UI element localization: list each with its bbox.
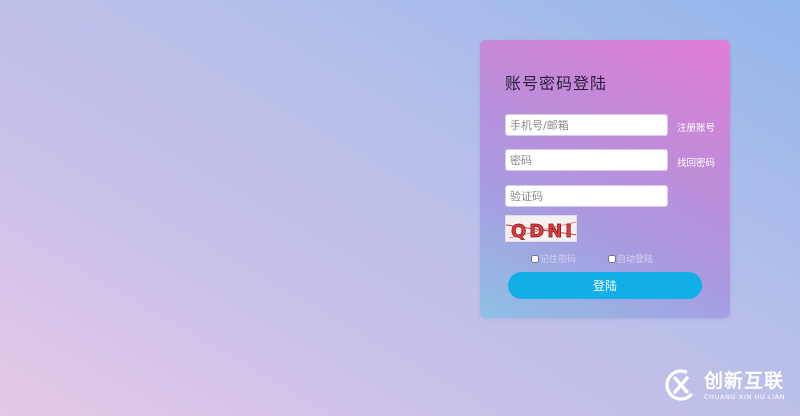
auto-login-option[interactable]: 自动登陆 [608,252,653,265]
auto-login-checkbox[interactable] [608,254,616,263]
account-input[interactable] [505,114,668,136]
login-title: 账号密码登陆 [505,74,608,93]
brand-name-cn: 创新互联 [704,369,785,392]
brand-watermark: 创新互联 CHUANG XIN HU LIAN [664,368,785,402]
forgot-password-link[interactable]: 找回密码 [677,155,715,169]
auto-login-label: 自动登陆 [617,255,654,265]
login-card: 账号密码登陆 注册账号 找回密码 QDNI 记住密码 自动登陆 登陆 [480,40,730,318]
remember-password-checkbox[interactable] [531,254,539,263]
register-link[interactable]: 注册账号 [677,120,715,134]
login-button[interactable]: 登陆 [508,272,702,299]
remember-password-option[interactable]: 记住密码 [531,252,576,265]
captcha-text: QDNI [511,221,575,242]
captcha-image[interactable]: QDNI [505,215,577,242]
remember-password-label: 记住密码 [540,255,577,265]
password-input[interactable] [505,149,668,171]
brand-logo-icon [665,369,697,401]
captcha-input[interactable] [505,185,668,207]
brand-name-en: CHUANG XIN HU LIAN [704,392,786,401]
